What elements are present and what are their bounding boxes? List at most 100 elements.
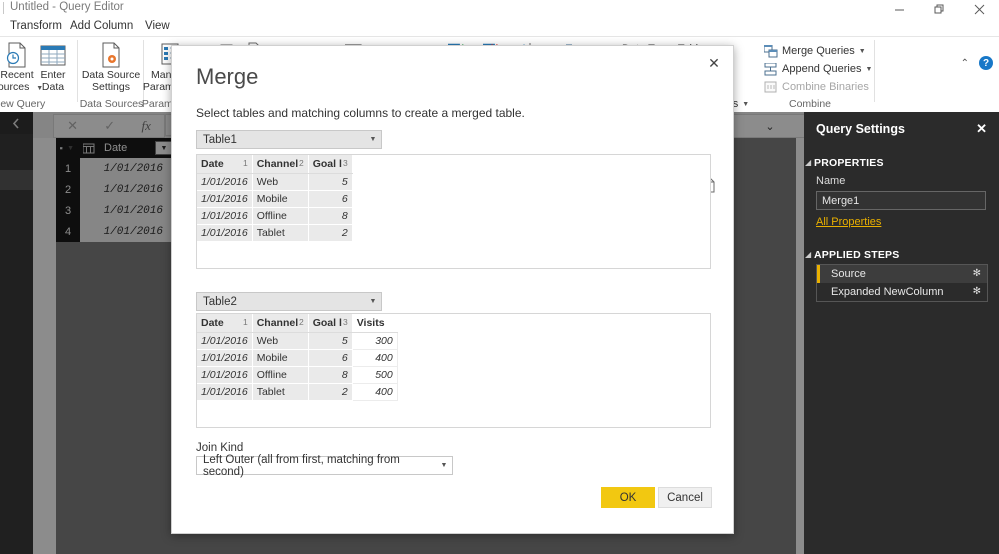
group-label-combine: Combine (788, 98, 832, 110)
col-index: 3 (342, 158, 348, 168)
cell: 5 (308, 332, 353, 350)
applied-steps-section-header: APPLIED STEPS (814, 249, 900, 261)
cell: 5 (308, 173, 353, 191)
applied-step-label: Expanded NewColumn (831, 286, 944, 298)
join-kind-value: Left Outer (all from first, matching fro… (203, 453, 400, 478)
merge-queries-button[interactable]: Merge Queries ▼ (762, 42, 866, 60)
tab-add-column[interactable]: Add Column (70, 20, 133, 32)
minimize-icon[interactable] (879, 0, 919, 18)
properties-section-header: PROPERTIES (814, 157, 884, 169)
cell: 1/01/2016 (197, 383, 253, 401)
table1-col-date[interactable]: Date 1 (197, 155, 253, 174)
table2-select[interactable]: Table2 ▼ (196, 292, 382, 311)
chevron-down-icon: ▼ (440, 462, 448, 469)
applied-step-label: Source (831, 268, 866, 280)
ribbon-group-new-query: RecentSources ▼ EnterData New Quer (0, 37, 78, 112)
col-label: Date (201, 316, 224, 329)
all-properties-link[interactable]: All Properties (816, 216, 881, 228)
table2-preview-table: Date 1 Channel 2 Goal l 3 Visits 1/01/20… (197, 314, 398, 401)
enter-data-button[interactable]: Enter Data (22, 40, 84, 93)
name-label: Name (816, 175, 846, 187)
table1-preview: Date 1 Channel 2 Goal l 3 1/01/2016 Web … (196, 154, 711, 269)
cell: Web (252, 332, 309, 350)
query-settings-title: Query Settings (816, 122, 905, 136)
properties-expander-icon[interactable]: ◢ (805, 158, 811, 167)
close-icon[interactable] (959, 0, 999, 18)
col-label: Goal l (312, 157, 342, 170)
gear-icon[interactable]: ✻ (973, 268, 981, 279)
col-index: 2 (298, 158, 304, 168)
table-row: 1/01/2016 Mobile 6 (197, 190, 353, 208)
cell: Web (252, 173, 309, 191)
table2-col-date[interactable]: Date 1 (197, 314, 253, 333)
cell: Offline (252, 207, 309, 225)
cell: 8 (308, 207, 353, 225)
col-label: Channel (256, 157, 299, 170)
table-row: 1/01/2016 Offline 8 500 (197, 366, 398, 384)
help-icon[interactable]: ? (979, 56, 993, 70)
restore-icon[interactable] (919, 0, 959, 18)
query-settings-panel: Query Settings ✕ ◢ PROPERTIES Name Merge… (804, 112, 999, 554)
col-index: 3 (342, 317, 348, 327)
table-icon (22, 40, 84, 68)
col-label: Date (201, 157, 224, 170)
col-label: Channel (256, 316, 299, 329)
table1-select[interactable]: Table1 ▼ (196, 130, 382, 149)
ribbon-help-row: ⌃ ? (961, 56, 993, 70)
cancel-button[interactable]: Cancel (658, 487, 712, 508)
table-row: 1/01/2016 Web 5 (197, 173, 353, 191)
cell: 500 (352, 366, 398, 384)
append-queries-button[interactable]: Append Queries ▼ (762, 60, 872, 78)
col-index: 1 (242, 317, 248, 327)
data-source-settings-button[interactable]: Data Source Settings (80, 40, 142, 93)
cell: 6 (308, 190, 353, 208)
dialog-close-icon[interactable]: ✕ (704, 53, 724, 73)
table2-selected-value: Table2 (203, 295, 237, 308)
append-queries-label: Append Queries (782, 63, 862, 75)
query-settings-close-icon[interactable]: ✕ (976, 121, 987, 137)
group-label-data-sources: Data Sources (79, 98, 144, 110)
table2-preview: Date 1 Channel 2 Goal l 3 Visits 1/01/20… (196, 313, 711, 428)
cell: 1/01/2016 (197, 224, 253, 242)
query-name-input[interactable]: Merge1 (816, 191, 986, 210)
merge-icon (762, 43, 779, 59)
cell: 6 (308, 349, 353, 367)
enter-data-label: Enter Data (40, 69, 66, 93)
ok-button[interactable]: OK (601, 487, 655, 508)
cell: 1/01/2016 (197, 332, 253, 350)
group-separator (874, 40, 875, 102)
table2-col-visits[interactable]: Visits (352, 314, 398, 333)
applied-step-source[interactable]: Source ✻ (817, 265, 987, 283)
ribbon-group-combine: Merge Queries ▼ Append Queries ▼ Combine… (745, 37, 875, 112)
tab-transform[interactable]: Transform (10, 20, 62, 32)
cell: Mobile (252, 349, 309, 367)
cell: Offline (252, 366, 309, 384)
table-row: 1/01/2016 Tablet 2 400 (197, 383, 398, 401)
cell: 1/01/2016 (197, 366, 253, 384)
applied-steps-expander-icon[interactable]: ◢ (805, 250, 811, 259)
table1-col-channel[interactable]: Channel 2 (252, 155, 309, 174)
cell: 2 (308, 224, 353, 242)
chevron-down-icon: ▼ (369, 136, 377, 143)
table1-preview-table: Date 1 Channel 2 Goal l 3 1/01/2016 Web … (197, 155, 353, 242)
cell: Tablet (252, 224, 309, 242)
window-title: Untitled - Query Editor (10, 1, 124, 13)
combine-binaries-button[interactable]: Combine Binaries (762, 78, 869, 96)
table1-col-goal[interactable]: Goal l 3 (308, 155, 353, 174)
join-kind-select[interactable]: Left Outer (all from first, matching fro… (196, 453, 453, 478)
cell: 1/01/2016 (197, 190, 253, 208)
gear-icon[interactable]: ✻ (973, 286, 981, 297)
table1-selected-value: Table1 (203, 133, 237, 146)
applied-step-expanded-newcolumn[interactable]: Expanded NewColumn ✻ (817, 283, 987, 301)
cell: Tablet (252, 383, 309, 401)
title-bar: Untitled - Query Editor (0, 0, 999, 18)
chevron-down-icon: ▼ (865, 65, 873, 73)
tab-view[interactable]: View (145, 20, 170, 32)
binaries-icon (762, 79, 779, 95)
dialog-title: Merge (196, 64, 259, 89)
chevron-up-icon[interactable]: ⌃ (961, 58, 969, 69)
col-index: 1 (242, 158, 248, 168)
table2-col-channel[interactable]: Channel 2 (252, 314, 309, 333)
table2-col-goal[interactable]: Goal l 3 (308, 314, 353, 333)
query-editor-window: Untitled - Query Editor Transform Add Co… (0, 0, 999, 554)
